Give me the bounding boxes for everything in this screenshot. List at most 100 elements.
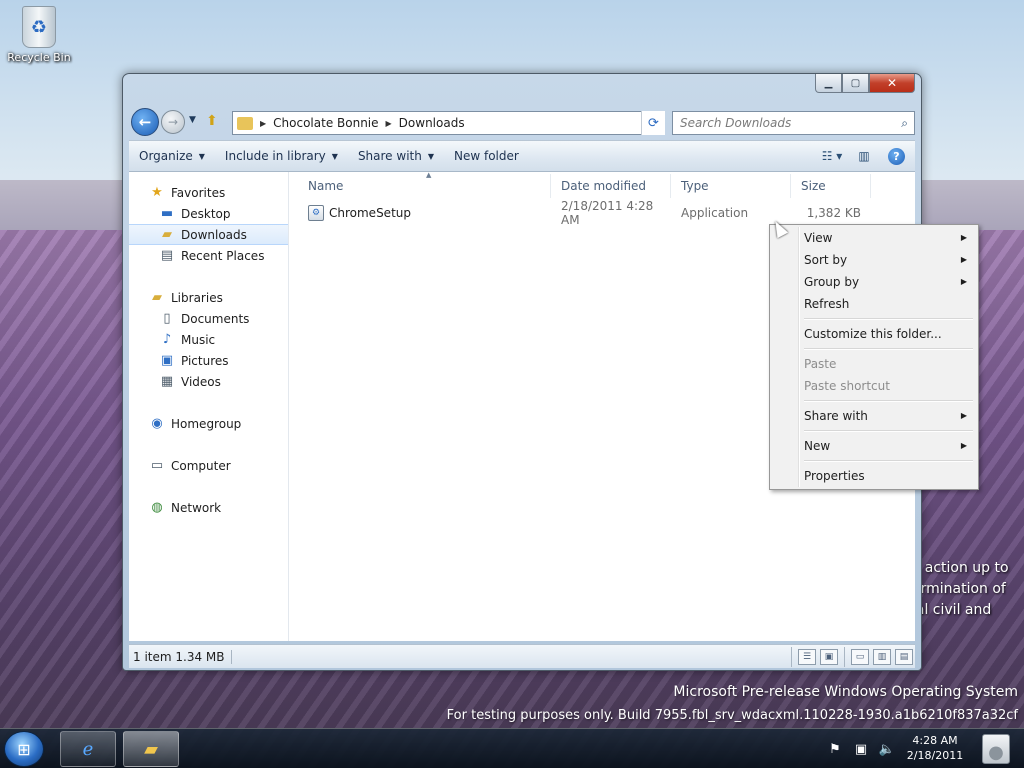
help-icon[interactable]: ? (888, 147, 905, 165)
nav-item-desktop[interactable]: ▬ Desktop (129, 203, 288, 224)
recycle-bin-desktop-icon[interactable]: ♻ Recycle Bin (6, 6, 72, 64)
new-folder-button[interactable]: New folder (444, 144, 529, 168)
new-folder-label: New folder (454, 149, 519, 163)
refresh-button[interactable]: ⟳ (641, 111, 665, 135)
background-window-text: y action up to ermination of ial civil a… (912, 558, 1024, 621)
file-type: Application (681, 206, 749, 220)
breadcrumb-chocolate-bonnie[interactable]: Chocolate Bonnie (273, 116, 378, 130)
column-header-name[interactable]: ▲ Name (290, 171, 551, 198)
view-options-icon[interactable]: ☷ ▾ (820, 146, 844, 166)
menu-item-label: Properties (804, 469, 865, 483)
nav-item-homegroup[interactable]: ◉ Homegroup (129, 413, 288, 434)
nav-item-label: Downloads (181, 227, 247, 242)
user-picture-button[interactable]: ● (972, 731, 1020, 767)
menu-separator (772, 457, 976, 465)
breadcrumb-separator-icon[interactable]: ▶ (260, 119, 266, 128)
menu-separator (772, 315, 976, 323)
os-watermark-line2: For testing purposes only. Build 7955.fb… (446, 708, 1018, 723)
nav-item-videos[interactable]: ▦ Videos (129, 371, 288, 392)
file-size: 1,382 KB (806, 206, 861, 220)
folder-up-icon: ⬆ (206, 113, 218, 129)
chevron-down-icon: ▼ (427, 151, 434, 161)
maximize-button[interactable]: ▢ (842, 74, 869, 93)
nav-item-documents[interactable]: ▯ Documents (129, 308, 288, 329)
recycle-bin-icon: ♻ (22, 6, 56, 48)
menu-item-view[interactable]: View ▶ (772, 227, 976, 249)
taskbar-internet-explorer[interactable]: ℯ (60, 731, 116, 767)
share-with-button[interactable]: Share with ▼ (348, 144, 444, 168)
submenu-arrow-icon: ▶ (960, 255, 967, 264)
close-icon: ✕ (886, 76, 898, 90)
menu-item-sort-by[interactable]: Sort by ▶ (772, 249, 976, 271)
volume-icon[interactable]: 🔈 (878, 742, 896, 757)
notification-area: ⚑ ▣ 🔈 (826, 729, 904, 768)
nav-item-music[interactable]: ♪ Music (129, 329, 288, 350)
layout-icon[interactable]: ▭ (851, 648, 869, 665)
search-input[interactable]: Search Downloads ⌕ (672, 111, 915, 135)
nav-item-favorites[interactable]: ★ Favorites (129, 182, 288, 203)
libraries-icon: ▰ (152, 290, 162, 305)
menu-item-new[interactable]: New ▶ (772, 435, 976, 457)
breadcrumb-downloads[interactable]: Downloads (399, 116, 465, 130)
close-button[interactable]: ✕ (869, 74, 915, 93)
details-view-icon[interactable]: ☰ (798, 648, 816, 665)
search-placeholder: Search Downloads (680, 116, 792, 130)
status-text: 1 item 1.34 MB (129, 649, 232, 664)
column-header-size[interactable]: Size (791, 174, 871, 198)
forward-button[interactable]: → (161, 110, 185, 134)
nav-item-downloads[interactable]: ▰ Downloads (129, 224, 288, 245)
folder-icon (237, 116, 253, 130)
breadcrumb-separator-icon[interactable]: ▶ (386, 119, 392, 128)
menu-item-group-by[interactable]: Group by ▶ (772, 271, 976, 293)
start-button[interactable]: ⊞ (4, 731, 44, 767)
back-button[interactable]: ← (131, 108, 159, 136)
large-icons-view-icon[interactable]: ▣ (820, 648, 838, 665)
details-pane-icon[interactable]: ▤ (895, 648, 913, 665)
submenu-arrow-icon: ▶ (960, 277, 967, 286)
column-header-date-modified[interactable]: Date modified (551, 174, 671, 198)
nav-item-pictures[interactable]: ▣ Pictures (129, 350, 288, 371)
recent-places-icon: ▤ (160, 248, 174, 263)
include-in-library-button[interactable]: Include in library ▼ (215, 144, 348, 168)
menu-separator (772, 427, 976, 435)
homegroup-icon: ◉ (151, 416, 163, 431)
address-bar[interactable]: ▶ Chocolate Bonnie ▶ Downloads ▼ (232, 111, 665, 135)
nav-item-recent-places[interactable]: ▤ Recent Places (129, 245, 288, 266)
command-bar: Organize ▼ Include in library ▼ Share with… (129, 140, 915, 172)
column-header-type[interactable]: Type (671, 174, 791, 198)
menu-item-paste: Paste (772, 353, 976, 375)
up-folder-button[interactable]: ⬆ (206, 113, 218, 129)
maximize-icon: ▢ (850, 77, 861, 89)
minimize-button[interactable]: ▁ (815, 74, 842, 93)
recent-locations-dropdown[interactable]: ▼ (189, 115, 196, 125)
menu-item-label: Group by (804, 275, 860, 289)
nav-item-computer[interactable]: ▭ Computer (129, 455, 288, 476)
taskbar-windows-explorer[interactable]: ▰ (123, 731, 179, 767)
menu-item-label: New (804, 439, 831, 453)
nav-item-libraries[interactable]: ▰ Libraries (129, 287, 288, 308)
forward-arrow-icon: → (167, 115, 179, 129)
column-headers: ▲ Name Date modified Type Size (290, 171, 871, 198)
menu-item-properties[interactable]: Properties (772, 465, 976, 487)
command-bar-right: ☷ ▾ ▥ ? (812, 146, 915, 166)
menu-item-refresh[interactable]: Refresh (772, 293, 976, 315)
search-icon[interactable]: ⌕ (901, 116, 908, 131)
column-label: Size (801, 179, 826, 193)
nav-item-label: Documents (181, 311, 250, 326)
organize-button[interactable]: Organize ▼ (129, 144, 215, 168)
menu-item-share-with[interactable]: Share with ▶ (772, 405, 976, 427)
preview-pane-icon[interactable]: ▥ (852, 146, 876, 166)
network-status-icon[interactable]: ▣ (852, 742, 870, 757)
menu-item-label: Refresh (804, 297, 850, 311)
preview-layout-icon[interactable]: ▥ (873, 648, 891, 665)
menu-item-customize-folder[interactable]: Customize this folder... (772, 323, 976, 345)
file-name: ChromeSetup (329, 206, 411, 220)
system-clock[interactable]: 4:28 AM 2/18/2011 (900, 733, 970, 763)
action-center-flag-icon[interactable]: ⚑ (826, 742, 844, 757)
nav-item-network[interactable]: ◍ Network (129, 497, 288, 518)
nav-item-label: Videos (181, 374, 221, 389)
background-text-line: y action up to (912, 560, 1009, 576)
nav-item-label: Pictures (181, 353, 229, 368)
file-date-modified: 2/18/2011 4:28 AM (561, 199, 654, 227)
